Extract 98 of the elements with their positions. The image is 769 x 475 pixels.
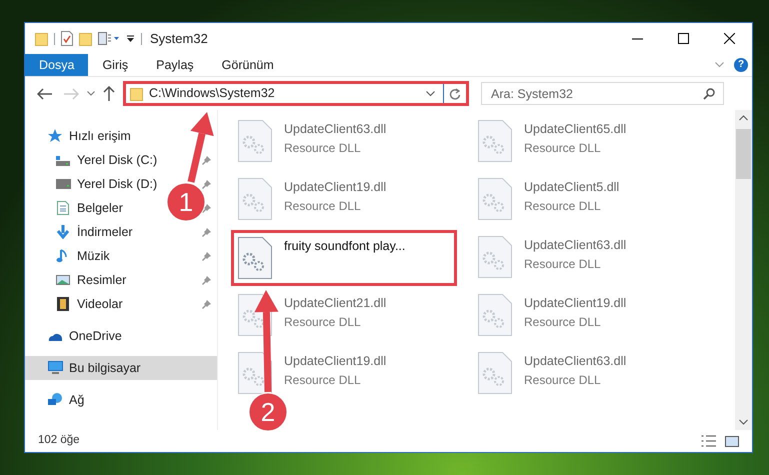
network-globe-icon xyxy=(48,393,63,407)
file-name: UpdateClient63.dll xyxy=(524,353,626,370)
pin-icon[interactable] xyxy=(202,276,211,284)
scroll-up-icon[interactable] xyxy=(739,115,748,121)
star-icon xyxy=(48,129,63,143)
file-item[interactable]: UpdateClient19.dll Resource DLL xyxy=(234,350,460,394)
refresh-icon[interactable] xyxy=(449,88,461,100)
settings-file-icon xyxy=(478,178,512,220)
pin-icon[interactable] xyxy=(202,252,211,260)
ribbon-tab[interactable]: Görünüm xyxy=(208,54,288,76)
help-button[interactable]: ? xyxy=(734,58,748,72)
properties-icon[interactable] xyxy=(61,31,73,46)
file-type: Resource DLL xyxy=(284,314,362,331)
pin-icon[interactable] xyxy=(202,300,211,308)
minimize-icon xyxy=(632,38,642,40)
nav-item[interactable]: OneDrive xyxy=(25,324,217,348)
nav-item[interactable]: Yerel Disk (D:) xyxy=(25,172,160,196)
search-icon xyxy=(703,88,715,100)
view-options-icon[interactable] xyxy=(98,32,120,45)
back-arrow-icon[interactable] xyxy=(37,88,53,100)
drive-icon xyxy=(56,153,71,167)
ribbon-tab[interactable]: Paylaş xyxy=(142,54,208,76)
callout-number: 1 xyxy=(178,187,194,217)
file-item[interactable]: fruity soundfont play... xyxy=(231,230,457,286)
down-arrow-icon xyxy=(56,225,71,239)
nav-item[interactable]: Müzik xyxy=(25,244,112,268)
file-type: Resource DLL xyxy=(524,140,602,157)
file-name: UpdateClient21.dll xyxy=(284,295,386,312)
file-name: UpdateClient19.dll xyxy=(284,353,386,370)
pin-icon[interactable] xyxy=(202,180,211,188)
address-bar[interactable]: C:\Windows\System32 xyxy=(123,81,469,106)
pin-icon[interactable] xyxy=(202,156,211,164)
nav-item[interactable]: Hızlı erişim xyxy=(25,124,217,148)
file-name: UpdateClient19.dll xyxy=(524,295,626,312)
monitor-icon xyxy=(48,361,63,375)
folder-icon xyxy=(130,86,143,100)
file-item[interactable]: UpdateClient63.dll Resource DLL xyxy=(234,118,460,162)
file-type: Resource DLL xyxy=(524,314,602,331)
maximize-icon xyxy=(678,33,688,44)
file-type: Resource DLL xyxy=(284,372,362,389)
file-item[interactable]: UpdateClient19.dll Resource DLL xyxy=(474,292,700,336)
nav-item[interactable]: Yerel Disk (C:) xyxy=(25,148,160,172)
file-type: Resource DLL xyxy=(284,140,362,157)
pin-icon[interactable] xyxy=(202,204,211,212)
document-icon xyxy=(56,201,71,215)
file-type: Resource DLL xyxy=(524,372,602,389)
callout-arrow xyxy=(188,112,214,183)
settings-file-icon xyxy=(238,120,272,162)
file-type: Resource DLL xyxy=(284,198,362,215)
nav-item[interactable]: Resimler xyxy=(25,268,128,292)
settings-file-icon xyxy=(478,294,512,336)
scrollbar-thumb[interactable] xyxy=(736,129,751,179)
close-icon xyxy=(724,33,734,44)
nav-item[interactable]: İndirmeler xyxy=(25,220,135,244)
settings-file-icon xyxy=(478,352,512,394)
nav-item[interactable]: Belgeler xyxy=(25,196,125,220)
file-name: UpdateClient63.dll xyxy=(524,237,626,254)
file-name: UpdateClient63.dll xyxy=(284,121,386,138)
pin-icon[interactable] xyxy=(202,228,211,236)
callout-badge xyxy=(248,392,288,432)
drive-icon xyxy=(56,177,71,191)
address-path: C:\Windows\System32 xyxy=(149,85,275,102)
item-count: 102 öğe xyxy=(38,433,80,448)
callout-badge xyxy=(166,182,206,222)
nav-item[interactable]: Bu bilgisayar xyxy=(25,356,217,380)
file-item[interactable]: UpdateClient63.dll Resource DLL xyxy=(474,350,700,394)
dropdown-caret-icon[interactable] xyxy=(426,90,435,96)
nav-item[interactable]: Videolar xyxy=(25,292,125,316)
settings-file-icon xyxy=(238,178,272,220)
file-item[interactable]: UpdateClient63.dll Resource DLL xyxy=(474,234,700,278)
file-name: UpdateClient65.dll xyxy=(524,121,626,138)
settings-file-icon xyxy=(478,120,512,162)
customize-toolbar-icon[interactable] xyxy=(126,34,135,43)
picture-icon xyxy=(56,273,71,287)
file-type: Resource DLL xyxy=(524,198,602,215)
file-item[interactable]: UpdateClient65.dll Resource DLL xyxy=(474,118,700,162)
file-name: fruity soundfont play... xyxy=(284,238,406,255)
ribbon-tab[interactable]: Dosya xyxy=(25,54,88,76)
up-arrow-icon[interactable] xyxy=(103,86,115,101)
file-name: UpdateClient19.dll xyxy=(284,179,386,196)
details-view-icon[interactable] xyxy=(701,435,717,447)
recent-locations-icon[interactable] xyxy=(87,91,95,96)
search-field[interactable]: Ara: System32 xyxy=(481,82,724,105)
scrollbar[interactable] xyxy=(735,110,752,430)
settings-file-icon xyxy=(478,236,512,278)
ribbon-tab[interactable]: Giriş xyxy=(88,54,142,76)
film-icon xyxy=(56,297,71,311)
file-type: Resource DLL xyxy=(524,256,602,273)
scroll-down-icon[interactable] xyxy=(739,419,748,425)
large-icons-view-icon[interactable] xyxy=(725,436,739,446)
nav-item[interactable]: Ağ xyxy=(25,388,217,412)
window-title: System32 xyxy=(150,30,208,48)
file-name: UpdateClient5.dll xyxy=(524,179,620,196)
file-item[interactable]: UpdateClient19.dll Resource DLL xyxy=(234,176,460,220)
callout-number: 2 xyxy=(260,397,276,427)
settings-file-icon xyxy=(238,237,272,279)
file-item[interactable]: UpdateClient5.dll Resource DLL xyxy=(474,176,700,220)
expand-ribbon-icon[interactable] xyxy=(715,62,724,68)
